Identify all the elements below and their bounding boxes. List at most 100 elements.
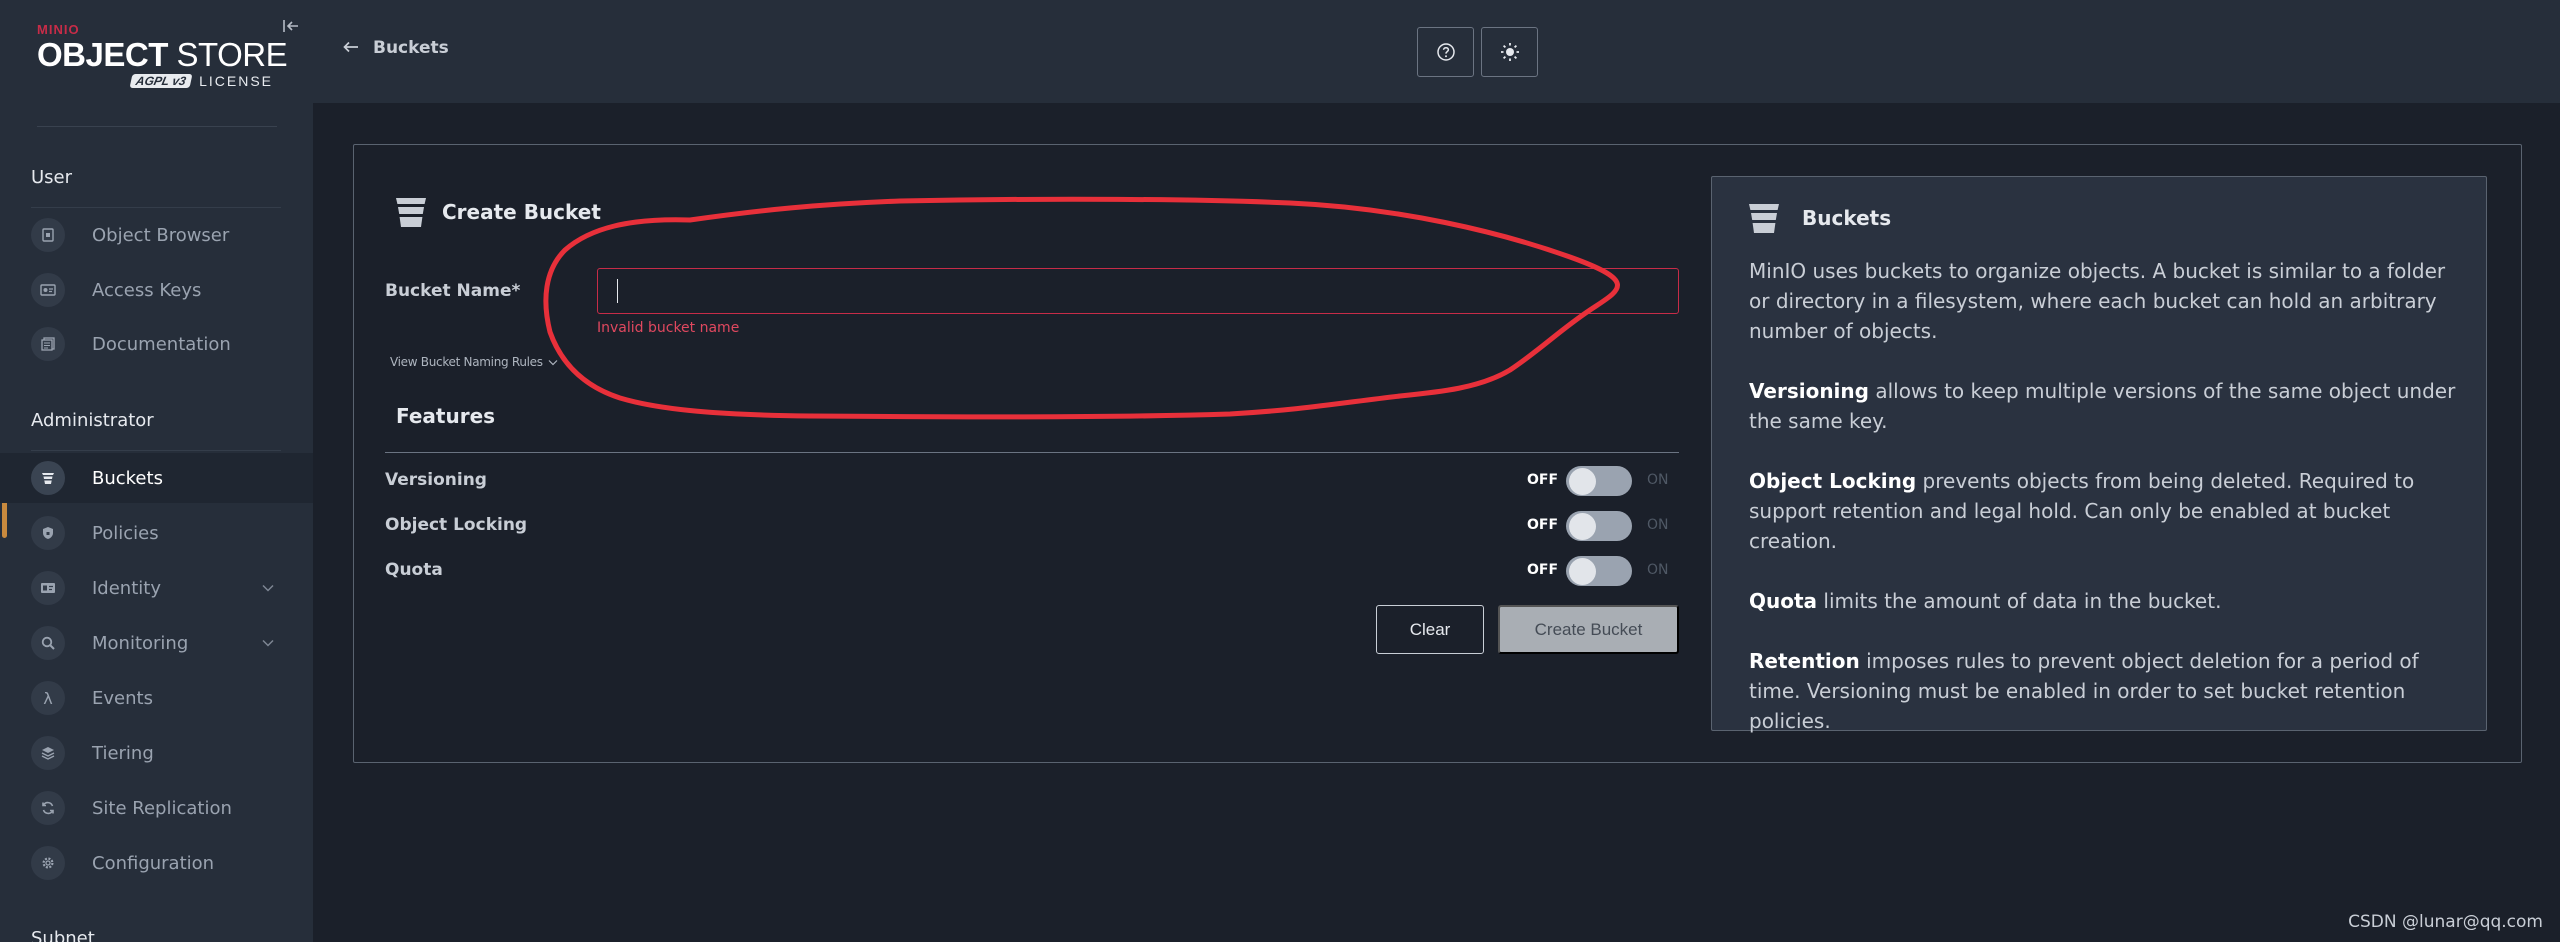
help-intro: MinIO uses buckets to organize objects. … — [1749, 259, 2446, 343]
sidebar-item-policies[interactable]: Policies — [0, 508, 313, 558]
help-content: MinIO uses buckets to organize objects. … — [1749, 256, 2469, 766]
section-administrator: Administrator — [31, 410, 154, 431]
back-label: Buckets — [373, 37, 449, 58]
sidebar-item-label: Documentation — [92, 333, 231, 355]
toggle-on-label: ON — [1647, 517, 1669, 533]
toggle-on-label: ON — [1647, 472, 1669, 488]
sidebar-item-label: Events — [92, 687, 153, 709]
toggle-knob — [1569, 558, 1596, 585]
documentation-icon — [31, 327, 65, 361]
watermark: CSDN @lunar@qq.com — [2348, 912, 2543, 932]
text-cursor — [617, 279, 618, 303]
feature-label: Quota — [385, 560, 443, 580]
naming-rules-label: View Bucket Naming Rules — [390, 355, 543, 369]
toggle-off-label: OFF — [1527, 517, 1559, 533]
sidebar-item-label: Monitoring — [92, 632, 189, 654]
id-card-icon — [31, 571, 65, 605]
theme-toggle-button[interactable] — [1481, 27, 1538, 77]
sidebar-item-access-keys[interactable]: Access Keys — [0, 265, 313, 315]
brand-divider — [37, 126, 277, 127]
help-object-locking: Object Locking prevents objects from bei… — [1749, 469, 2415, 553]
minio-logo[interactable]: MINIO OBJECT STORE AGPL v3 LICENSE — [37, 22, 288, 98]
page-header: Buckets — [313, 0, 2560, 103]
toggle-off-label: OFF — [1527, 562, 1559, 578]
section-divider — [31, 207, 281, 208]
help-versioning: Versioning allows to keep multiple versi… — [1749, 379, 2456, 433]
sidebar-item-label: Buckets — [92, 467, 163, 489]
section-user: User — [31, 167, 73, 188]
help-quota: Quota limits the amount of data in the b… — [1749, 589, 2222, 613]
agpl-badge: AGPL v3 — [129, 74, 193, 88]
collapse-sidebar-button[interactable] — [280, 15, 302, 37]
sun-icon — [1500, 43, 1519, 61]
bucket-icon — [31, 461, 65, 495]
sidebar-item-site-replication[interactable]: Site Replication — [0, 783, 313, 833]
help-retention: Retention imposes rules to prevent objec… — [1749, 649, 2419, 733]
view-naming-rules-link[interactable]: View Bucket Naming Rules — [390, 355, 558, 369]
create-bucket-heading: Create Bucket — [396, 196, 601, 228]
shield-icon — [31, 516, 65, 550]
toggle-knob — [1569, 468, 1596, 495]
collapse-left-icon — [283, 20, 298, 32]
features-divider — [385, 452, 1679, 453]
sidebar-item-documentation[interactable]: Documentation — [0, 319, 313, 369]
arrow-left-icon — [343, 37, 359, 58]
feature-label: Versioning — [385, 470, 487, 490]
help-icon — [1436, 43, 1455, 61]
bucket-icon — [396, 196, 426, 228]
chevron-down-icon — [548, 360, 558, 366]
sidebar-item-monitoring[interactable]: Monitoring — [0, 618, 313, 668]
quota-toggle[interactable] — [1566, 556, 1632, 586]
toggle-knob — [1569, 513, 1596, 540]
sidebar-item-label: Access Keys — [92, 279, 202, 301]
bucket-name-label: Bucket Name* — [385, 281, 521, 301]
create-bucket-button[interactable]: Create Bucket — [1498, 605, 1679, 654]
form-title: Create Bucket — [442, 200, 601, 224]
toggle-on-label: ON — [1647, 562, 1669, 578]
chevron-down-icon[interactable] — [262, 581, 274, 596]
feature-row-versioning: Versioning OFF ON — [385, 463, 1679, 497]
feature-row-object-locking: Object Locking OFF ON — [385, 508, 1679, 542]
logo-product-name: OBJECT STORE — [37, 36, 288, 73]
chevron-down-icon[interactable] — [262, 636, 274, 651]
feature-row-quota: Quota OFF ON — [385, 553, 1679, 587]
sidebar-item-label: Site Replication — [92, 797, 232, 819]
features-heading: Features — [396, 404, 496, 428]
feature-label: Object Locking — [385, 515, 528, 535]
sidebar-item-buckets[interactable]: Buckets — [0, 453, 313, 503]
sidebar: MINIO OBJECT STORE AGPL v3 LICENSE User … — [0, 0, 313, 942]
layers-icon — [31, 736, 65, 770]
gear-icon — [31, 846, 65, 880]
sidebar-item-label: Configuration — [92, 852, 215, 874]
bucket-name-error: Invalid bucket name — [597, 320, 740, 336]
toggle-off-label: OFF — [1527, 472, 1559, 488]
bucket-icon — [1748, 202, 1779, 234]
object-browser-icon — [31, 218, 65, 252]
sidebar-item-identity[interactable]: Identity — [0, 563, 313, 613]
back-to-buckets-link[interactable]: Buckets — [343, 37, 449, 58]
sidebar-item-configuration[interactable]: Configuration — [0, 838, 313, 888]
section-subnet: Subnet — [31, 928, 95, 942]
bucket-name-input[interactable] — [597, 268, 1679, 314]
help-heading: Buckets — [1748, 202, 1891, 234]
sidebar-item-tiering[interactable]: Tiering — [0, 728, 313, 778]
logo-minio-text: MINIO — [37, 22, 80, 37]
logo-license: AGPL v3 LICENSE — [37, 73, 277, 89]
versioning-toggle[interactable] — [1566, 466, 1632, 496]
sidebar-item-label: Identity — [92, 577, 161, 599]
access-keys-icon — [31, 273, 65, 307]
magnifier-icon — [31, 626, 65, 660]
sidebar-item-object-browser[interactable]: Object Browser — [0, 210, 313, 260]
license-label: LICENSE — [199, 73, 273, 89]
sidebar-item-label: Tiering — [92, 742, 154, 764]
sidebar-item-label: Policies — [92, 522, 159, 544]
sidebar-item-events[interactable]: λ Events — [0, 673, 313, 723]
help-button[interactable] — [1417, 27, 1474, 77]
object-locking-toggle[interactable] — [1566, 511, 1632, 541]
section-divider — [31, 450, 281, 451]
replication-icon — [31, 791, 65, 825]
lambda-icon: λ — [31, 681, 65, 715]
help-title: Buckets — [1802, 206, 1892, 230]
clear-button[interactable]: Clear — [1376, 605, 1484, 654]
sidebar-item-label: Object Browser — [92, 224, 230, 246]
